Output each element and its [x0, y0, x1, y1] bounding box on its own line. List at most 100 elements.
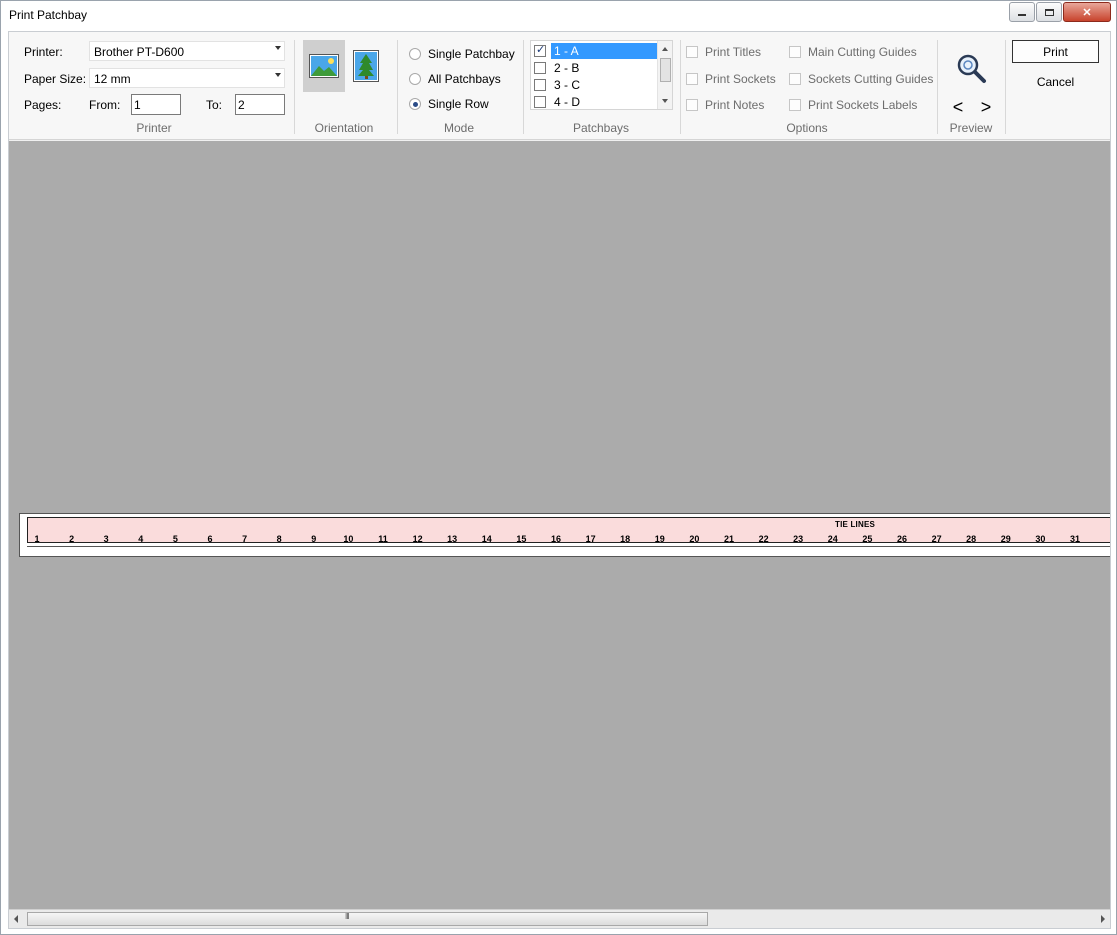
horizontal-scrollbar[interactable]: III — [9, 909, 1110, 928]
socket-number: 16 — [550, 534, 561, 544]
checkbox[interactable] — [789, 99, 801, 111]
mode-single-patchbay[interactable]: Single Patchbay — [409, 47, 515, 61]
close-button[interactable]: ✕ — [1063, 2, 1111, 22]
socket-number: 18 — [620, 534, 631, 544]
sockets-cutting-guides-option[interactable]: Sockets Cutting Guides — [789, 72, 933, 86]
checkbox[interactable] — [686, 46, 698, 58]
paper-size-select[interactable]: 12 mm — [89, 68, 285, 88]
print-sockets-labels-option[interactable]: Print Sockets Labels — [789, 98, 917, 112]
label-row: TIE LINES 1 2 3 4 5 6 7 8 9 10 11 12 13 14 15 16 17 18 19 2… — [27, 517, 1110, 544]
socket-number: 29 — [1000, 534, 1011, 544]
list-item-checkbox[interactable] — [534, 95, 546, 108]
patchbays-group-label: Patchbays — [572, 121, 630, 135]
from-label: From: — [89, 98, 121, 112]
scroll-thumb[interactable] — [27, 912, 708, 926]
strip-bottom-line — [27, 546, 1110, 547]
list-item-label: 2 - B — [554, 60, 580, 75]
checkbox-label: Print Notes — [705, 98, 765, 112]
next-page-button[interactable]: > — [977, 96, 995, 117]
to-page-input[interactable]: 2 — [235, 94, 285, 115]
mode-all-patchbays[interactable]: All Patchbays — [409, 72, 501, 86]
socket-number: 5 — [172, 534, 178, 544]
from-page-input[interactable]: 1 — [131, 94, 181, 115]
socket-number: 13 — [447, 534, 458, 544]
orientation-group-label: Orientation — [314, 121, 374, 135]
checkbox[interactable] — [686, 99, 698, 111]
minimize-icon — [1018, 13, 1026, 16]
scroll-left-icon[interactable] — [14, 915, 18, 923]
printer-select[interactable]: Brother PT-D600 — [89, 41, 285, 61]
socket-number: 25 — [862, 534, 873, 544]
list-item[interactable]: 4 - D — [531, 93, 659, 109]
print-preview-area[interactable]: TIE LINES 1 2 3 4 5 6 7 8 9 10 11 12 13 14 15 16 17 18 19 2… — [9, 141, 1110, 909]
list-item[interactable]: 1 - A — [531, 42, 659, 59]
socket-number: 19 — [654, 534, 665, 544]
scroll-grip: III — [345, 912, 350, 921]
socket-number: 14 — [481, 534, 492, 544]
radio-label: All Patchbays — [428, 72, 501, 86]
list-item[interactable]: 3 - C — [531, 76, 659, 93]
socket-number: 12 — [412, 534, 423, 544]
portrait-tree-icon — [353, 50, 379, 82]
socket-number: 10 — [343, 534, 354, 544]
portrait-button[interactable] — [345, 40, 387, 92]
previous-page-button[interactable]: < — [949, 96, 967, 117]
socket-number: 21 — [723, 534, 734, 544]
socket-number: 26 — [896, 534, 907, 544]
socket-number: 30 — [1035, 534, 1046, 544]
checkbox[interactable] — [789, 46, 801, 58]
patchbays-list[interactable]: 1 - A 2 - B 3 - C 4 - D — [530, 40, 673, 110]
chevron-left-icon: < — [952, 96, 964, 117]
radio-button[interactable] — [409, 73, 421, 85]
socket-number: 27 — [931, 534, 942, 544]
scroll-up-icon[interactable] — [662, 47, 668, 51]
group-divider — [523, 40, 524, 134]
strip-title: TIE LINES — [835, 520, 876, 529]
zoom-button[interactable] — [953, 50, 989, 86]
minimize-button[interactable] — [1009, 2, 1035, 22]
dialog-body: Printer: Brother PT-D600 Paper Size: 12 … — [8, 31, 1111, 929]
printer-label: Printer: — [24, 45, 63, 59]
list-item-label: 4 - D — [554, 94, 581, 109]
checkbox-label: Main Cutting Guides — [808, 45, 917, 59]
maximize-button[interactable] — [1036, 2, 1062, 22]
magnifier-icon — [957, 54, 986, 83]
printer-group-label: Printer — [136, 121, 172, 135]
print-notes-option[interactable]: Print Notes — [686, 98, 764, 112]
list-item-checkbox[interactable] — [534, 78, 546, 91]
paper-size-value: 12 mm — [94, 72, 131, 86]
group-divider — [937, 40, 938, 134]
preview-group-label: Preview — [949, 121, 993, 135]
scroll-down-icon[interactable] — [662, 99, 668, 103]
list-scrollbar[interactable] — [657, 41, 672, 109]
print-sockets-option[interactable]: Print Sockets — [686, 72, 776, 86]
maximize-icon — [1044, 8, 1054, 16]
cancel-button[interactable]: Cancel — [1012, 70, 1099, 93]
title-bar: Print Patchbay ✕ — [1, 1, 1116, 31]
close-icon: ✕ — [1082, 6, 1092, 19]
checkbox-label: Print Sockets — [705, 72, 776, 86]
radio-button[interactable] — [409, 98, 421, 110]
main-cutting-guides-option[interactable]: Main Cutting Guides — [789, 45, 917, 59]
radio-button[interactable] — [409, 48, 421, 60]
list-item-checkbox[interactable] — [534, 61, 546, 74]
socket-number: 3 — [103, 534, 109, 544]
paper-size-label: Paper Size: — [24, 72, 87, 86]
list-item-checkbox[interactable] — [534, 43, 546, 57]
checkbox[interactable] — [686, 73, 698, 85]
mode-single-row[interactable]: Single Row — [409, 97, 489, 111]
checkbox[interactable] — [789, 73, 801, 85]
checkbox-label: Print Titles — [705, 45, 762, 59]
group-divider — [1005, 40, 1006, 134]
chevron-down-icon — [275, 73, 281, 77]
scroll-thumb[interactable] — [660, 58, 671, 82]
print-titles-option[interactable]: Print Titles — [686, 45, 761, 59]
socket-number: 23 — [793, 534, 804, 544]
socket-number: 9 — [311, 534, 317, 544]
landscape-button[interactable] — [303, 40, 345, 92]
chevron-right-icon: > — [980, 96, 992, 117]
scroll-right-icon[interactable] — [1101, 915, 1105, 923]
list-item[interactable]: 2 - B — [531, 59, 659, 76]
chevron-down-icon — [275, 46, 281, 50]
print-button[interactable]: Print — [1012, 40, 1099, 63]
